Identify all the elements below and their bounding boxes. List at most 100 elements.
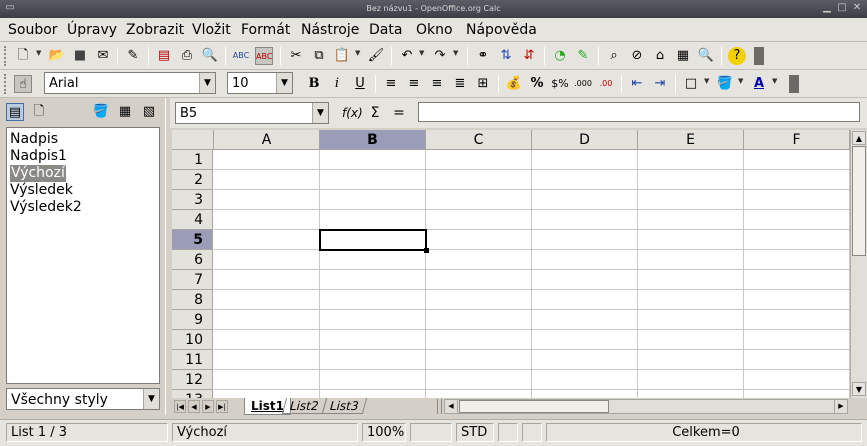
sort-descending-icon[interactable]: ⇵ [520, 47, 538, 65]
function-wizard-icon[interactable]: f(x) [342, 104, 363, 122]
standard-format-icon[interactable]: $% [551, 75, 569, 93]
add-decimal-icon[interactable]: .000 [574, 75, 592, 93]
name-box[interactable]: B5 ▼ [175, 102, 329, 124]
toolbar-grip[interactable] [4, 74, 7, 94]
chevron-down-icon[interactable]: ▼ [143, 389, 159, 409]
minimize-icon[interactable]: ▁ [821, 2, 833, 14]
format-paintbrush-icon[interactable]: 🖌 [367, 47, 385, 65]
maximize-icon[interactable]: □ [836, 2, 848, 14]
scroll-thumb[interactable] [852, 146, 866, 256]
row-header[interactable]: 1 [172, 150, 213, 170]
decrease-indent-icon[interactable]: ⇤ [628, 75, 646, 93]
currency-format-icon[interactable]: 💰 [505, 75, 523, 93]
page-styles-icon[interactable]: 🗋 [30, 103, 48, 121]
status-style[interactable]: Výchozí [172, 423, 358, 442]
data-sources-icon[interactable]: ▦ [674, 47, 692, 65]
chevron-down-icon[interactable]: ▼ [312, 103, 328, 123]
prev-sheet-icon[interactable]: ◀ [188, 400, 200, 413]
new-style-icon[interactable]: ▦ [116, 103, 134, 121]
copy-icon[interactable]: ⧉ [310, 47, 328, 65]
font-size-box[interactable]: 10 ▼ [227, 72, 293, 94]
chevron-down-icon[interactable]: ▼ [276, 73, 292, 93]
chevron-down-icon[interactable]: ▼ [772, 77, 778, 85]
borders-icon[interactable]: □ [682, 75, 700, 93]
gallery-icon[interactable]: ⌂ [651, 47, 669, 65]
style-item-nadpis1[interactable]: Nadpis1 [10, 148, 67, 165]
sheet-tab-list3[interactable]: List3 [321, 398, 367, 414]
row-header[interactable]: 6 [172, 250, 213, 270]
row-header-active[interactable]: 5 [172, 230, 213, 250]
italic-icon[interactable]: i [328, 75, 346, 93]
column-header-e[interactable]: E [638, 130, 744, 150]
find-replace-icon[interactable]: ⌕ [605, 47, 623, 65]
next-sheet-icon[interactable]: ▶ [202, 400, 214, 413]
hyperlink-icon[interactable]: ⚭ [474, 47, 492, 65]
chevron-down-icon[interactable]: ▼ [36, 49, 42, 57]
new-document-icon[interactable]: 🗋 [14, 47, 32, 65]
style-item-vysledek2[interactable]: Výsledek2 [10, 199, 82, 216]
autospellcheck-icon[interactable]: ABC [255, 47, 273, 65]
align-right-icon[interactable]: ≡ [428, 75, 446, 93]
select-all-corner[interactable] [172, 130, 214, 150]
toolbar-overflow-icon[interactable] [789, 75, 799, 93]
delete-decimal-icon[interactable]: .00 [597, 75, 615, 93]
menu-nastroje[interactable]: Nástroje [301, 22, 359, 38]
chevron-down-icon[interactable]: ▼ [419, 49, 425, 57]
active-cell-cursor[interactable] [319, 229, 427, 251]
export-pdf-icon[interactable]: ▤ [155, 47, 173, 65]
horizontal-scroll-thumb[interactable] [459, 400, 609, 413]
tab-splitter[interactable] [437, 399, 442, 414]
status-selection-mode[interactable]: STD [456, 423, 494, 442]
column-header-d[interactable]: D [532, 130, 638, 150]
style-item-vysledek[interactable]: Výsledek [10, 182, 73, 199]
increase-indent-icon[interactable]: ⇥ [651, 75, 669, 93]
status-zoom[interactable]: 100% [362, 423, 406, 442]
justify-icon[interactable]: ≣ [451, 75, 469, 93]
print-icon[interactable]: ⎙ [178, 47, 196, 65]
save-icon[interactable]: ■ [71, 47, 89, 65]
fill-handle[interactable] [424, 248, 429, 253]
cell-styles-icon[interactable]: ▤ [6, 103, 24, 121]
open-folder-icon[interactable]: 📂 [48, 47, 66, 65]
row-header[interactable]: 3 [172, 190, 213, 210]
close-icon[interactable]: ✕ [851, 2, 863, 14]
align-left-icon[interactable]: ≡ [382, 75, 400, 93]
scroll-down-icon[interactable]: ▼ [852, 382, 866, 396]
navigator-icon[interactable]: ⊘ [628, 47, 646, 65]
chevron-down-icon[interactable]: ▼ [199, 73, 215, 93]
style-item-nadpis[interactable]: Nadpis [10, 131, 58, 148]
sum-icon[interactable]: Σ [366, 104, 384, 122]
merge-cells-icon[interactable]: ⊞ [474, 75, 492, 93]
style-filter-select[interactable]: Všechny styly ▼ [6, 388, 160, 410]
spreadsheet-grid[interactable]: A B C D E F 1 2 3 4 5 6 7 8 9 10 11 12 1… [172, 130, 850, 398]
scroll-left-icon[interactable]: ◀ [445, 400, 458, 413]
underline-icon[interactable]: U [351, 75, 369, 93]
percent-format-icon[interactable]: % [528, 75, 546, 93]
bold-icon[interactable]: B [305, 75, 323, 93]
menu-vlozit[interactable]: Vložit [192, 22, 231, 38]
horizontal-scrollbar[interactable]: ◀ ▶ [444, 399, 848, 414]
print-preview-icon[interactable]: 🔍 [201, 47, 219, 65]
row-header[interactable]: 12 [172, 370, 213, 390]
row-header[interactable]: 10 [172, 330, 213, 350]
vertical-scrollbar[interactable]: ▲ ▼ [850, 130, 867, 398]
stylist-icon[interactable]: ☝ [14, 75, 32, 93]
menu-soubor[interactable]: Soubor [8, 22, 58, 38]
menu-upravy[interactable]: Úpravy [67, 22, 117, 38]
column-header-c[interactable]: C [426, 130, 532, 150]
first-sheet-icon[interactable]: |◀ [174, 400, 186, 413]
help-icon[interactable]: ? [728, 47, 746, 65]
menu-okno[interactable]: Okno [416, 22, 453, 38]
email-icon[interactable]: ✉ [94, 47, 112, 65]
menu-napoveda[interactable]: Nápověda [466, 22, 537, 38]
sort-ascending-icon[interactable]: ⇅ [497, 47, 515, 65]
menu-zobrazit[interactable]: Zobrazit [126, 22, 184, 38]
menu-data[interactable]: Data [369, 22, 402, 38]
undo-icon[interactable]: ↶ [398, 47, 416, 65]
cut-icon[interactable]: ✂ [287, 47, 305, 65]
chevron-down-icon[interactable]: ▼ [738, 77, 744, 85]
edit-file-icon[interactable]: ✎ [124, 47, 142, 65]
formula-input[interactable] [418, 102, 860, 122]
zoom-icon[interactable]: 🔍 [697, 47, 715, 65]
row-header[interactable]: 7 [172, 270, 213, 290]
